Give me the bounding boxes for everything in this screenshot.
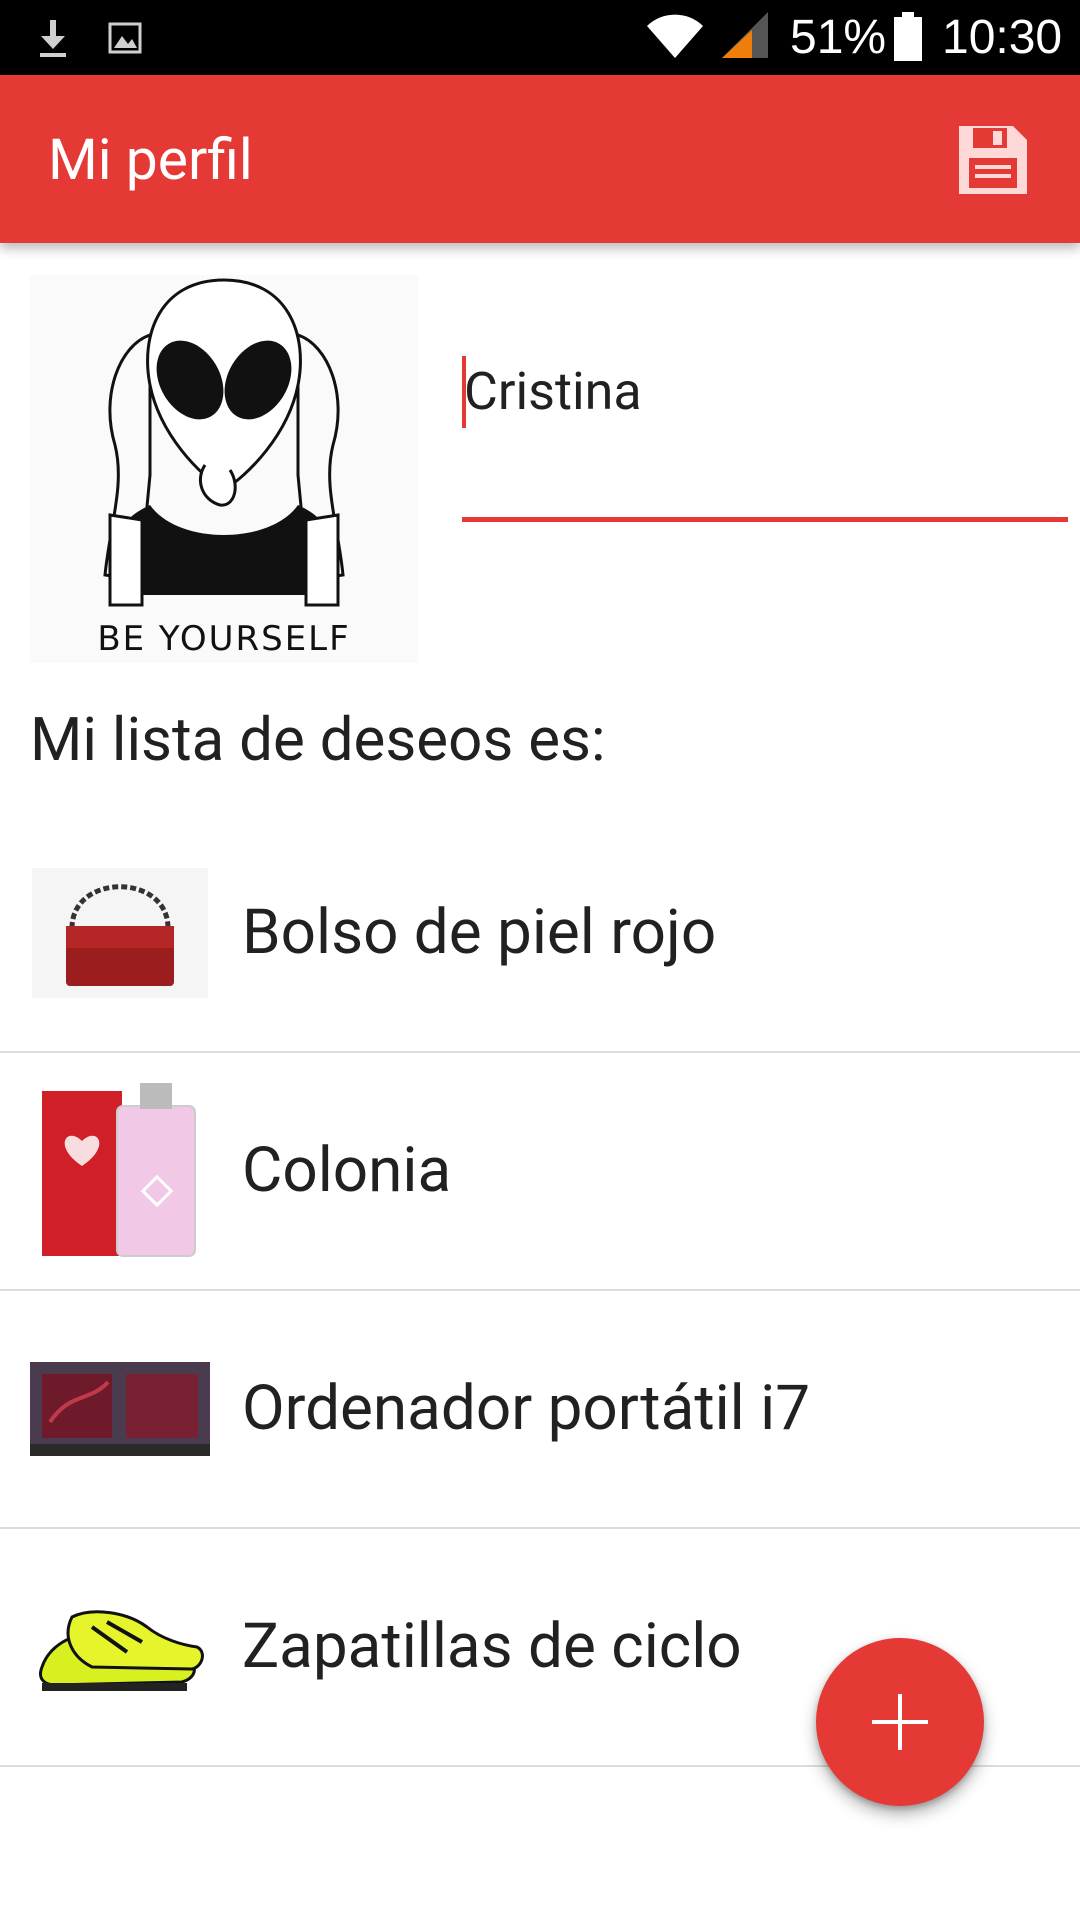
floppy-disk-icon: [959, 126, 1027, 194]
signal-icon: [722, 12, 768, 58]
add-item-button[interactable]: [816, 1638, 984, 1806]
download-icon: [40, 20, 66, 57]
cycling-shoes-thumbnail: [30, 1597, 210, 1697]
wishlist-item-label: Bolso de piel rojo: [242, 896, 717, 969]
handbag-thumbnail: [30, 868, 210, 998]
plus-icon: [872, 1694, 928, 1750]
laptop-box-thumbnail: [30, 1362, 210, 1456]
status-bar: 51% 10:30: [0, 0, 1080, 75]
list-item[interactable]: Ordenador portátil i7: [0, 1291, 1080, 1529]
save-button[interactable]: [955, 122, 1031, 198]
avatar-caption: BE YOURSELF: [97, 619, 350, 659]
app-toolbar: Mi perfil: [0, 75, 1080, 243]
alien-illustration: BE YOURSELF: [30, 275, 418, 663]
name-field[interactable]: Cristina: [462, 340, 1068, 522]
wishlist: Bolso de piel rojo Colonia Ordenador por…: [0, 815, 1080, 1767]
perfume-thumbnail: [30, 1081, 210, 1261]
image-icon: [108, 22, 142, 54]
page-title: Mi perfil: [48, 126, 253, 193]
wishlist-item-label: Zapatillas de ciclo: [242, 1610, 742, 1683]
wishlist-item-label: Ordenador portátil i7: [242, 1372, 811, 1445]
battery-icon: [894, 12, 922, 61]
name-input-value[interactable]: Cristina: [464, 356, 642, 428]
list-item[interactable]: Colonia: [0, 1053, 1080, 1291]
wifi-icon: [647, 14, 703, 59]
list-item[interactable]: Bolso de piel rojo: [0, 815, 1080, 1053]
wishlist-item-label: Colonia: [242, 1134, 452, 1207]
clock: 10:30: [942, 11, 1063, 64]
avatar[interactable]: BE YOURSELF: [30, 275, 418, 663]
wishlist-heading: Mi lista de deseos es:: [30, 704, 606, 775]
battery-percent: 51%: [790, 11, 887, 64]
name-field-underline: [462, 517, 1068, 522]
